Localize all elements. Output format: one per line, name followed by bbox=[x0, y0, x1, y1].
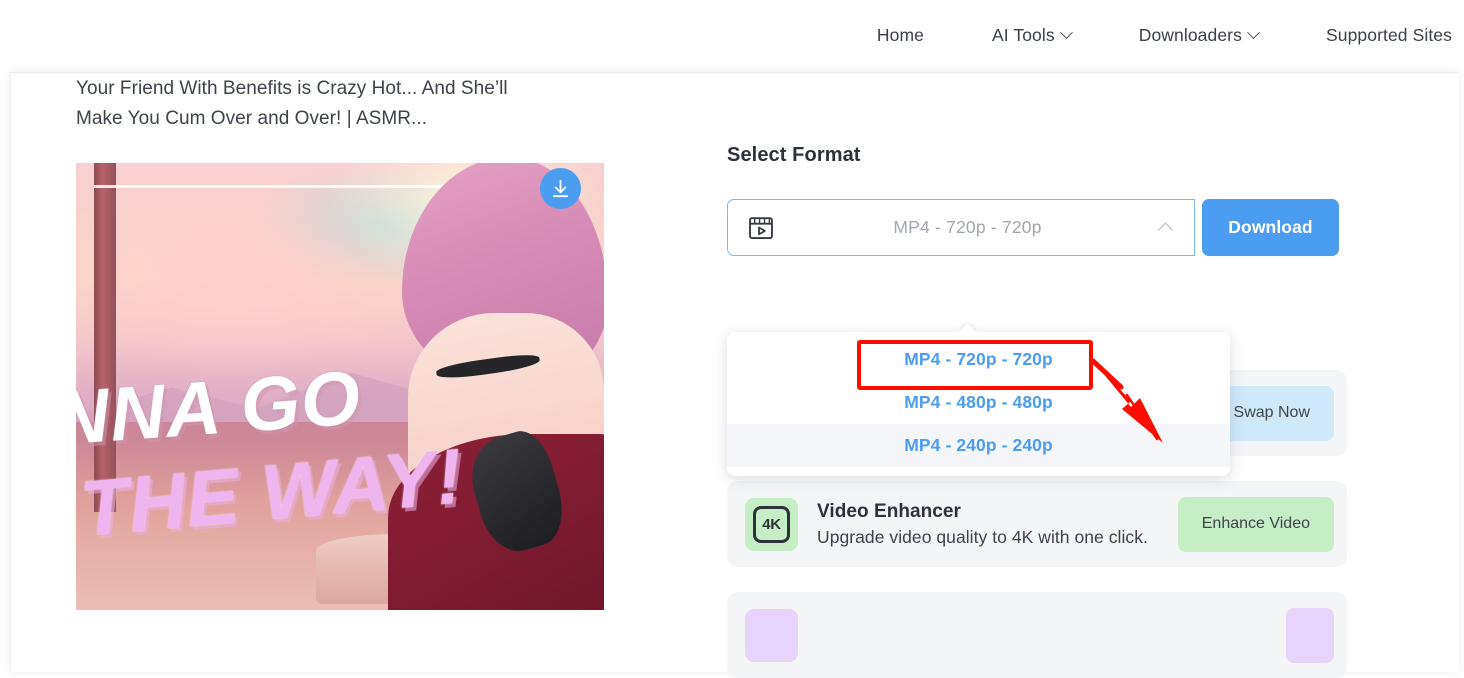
format-section: Select Format MP4 - 720p - 720p Download bbox=[727, 144, 1347, 256]
top-navbar: Home AI Tools Downloaders Supported Site… bbox=[0, 0, 1464, 71]
four-k-icon-label: 4K bbox=[753, 505, 790, 543]
four-k-icon: 4K bbox=[745, 497, 798, 551]
video-title: Your Friend With Benefits is Crazy Hot..… bbox=[76, 78, 508, 129]
promo-heading: Video Enhancer bbox=[817, 500, 961, 522]
nav-item-ai-tools[interactable]: AI Tools bbox=[958, 25, 1105, 46]
nav-item-home[interactable]: Home bbox=[843, 25, 958, 46]
video-clapperboard-icon bbox=[747, 214, 775, 242]
ai-art-button[interactable] bbox=[1286, 607, 1334, 663]
nav-item-label: Downloaders bbox=[1138, 25, 1242, 45]
format-select[interactable]: MP4 - 720p - 720p bbox=[727, 199, 1195, 256]
format-option-240p[interactable]: MP4 - 240p - 240p bbox=[727, 424, 1230, 467]
format-select-row: MP4 - 720p - 720p Download bbox=[727, 199, 1347, 256]
chevron-down-icon bbox=[1247, 26, 1260, 40]
nav-items: Home AI Tools Downloaders Supported Site… bbox=[843, 25, 1464, 46]
format-option-480p[interactable]: MP4 - 480p - 480p bbox=[727, 381, 1230, 424]
video-thumbnail[interactable]: NNA GO THE WAY! bbox=[76, 163, 604, 610]
chevron-down-icon bbox=[1059, 26, 1073, 40]
nav-item-label: AI Tools bbox=[991, 25, 1055, 45]
ai-art-icon bbox=[745, 608, 798, 662]
promo-card-text bbox=[817, 633, 1286, 637]
download-arrow-icon bbox=[552, 179, 569, 198]
dropdown-caret-icon bbox=[959, 323, 977, 333]
download-button[interactable]: Download bbox=[1202, 199, 1339, 256]
thumbnail-character bbox=[370, 163, 604, 610]
nav-item-label: Supported Sites bbox=[1325, 25, 1452, 45]
promo-card-video-enhancer: 4K Video Enhancer Upgrade video quality … bbox=[727, 481, 1347, 567]
video-preview-column: Your Friend With Benefits is Crazy Hot..… bbox=[76, 74, 616, 610]
thumbnail-pillar bbox=[94, 163, 116, 512]
nav-item-label: Home bbox=[876, 25, 924, 45]
format-dropdown: MP4 - 720p - 720p MP4 - 480p - 480p MP4 … bbox=[727, 332, 1230, 476]
format-option-720p[interactable]: MP4 - 720p - 720p bbox=[727, 338, 1230, 381]
nav-item-downloaders[interactable]: Downloaders bbox=[1105, 25, 1292, 46]
thumbnail-download-button[interactable] bbox=[540, 168, 581, 209]
enhance-video-button[interactable]: Enhance Video bbox=[1177, 496, 1334, 552]
nav-item-supported-sites[interactable]: Supported Sites bbox=[1292, 25, 1460, 46]
format-select-value: MP4 - 720p - 720p bbox=[893, 217, 1042, 237]
promo-card-ai-art bbox=[727, 592, 1347, 678]
section-title: Select Format bbox=[727, 144, 861, 166]
promo-card-text: Video Enhancer Upgrade video quality to … bbox=[817, 501, 1178, 548]
promo-subtext: Upgrade video quality to 4K with one cli… bbox=[817, 526, 1148, 547]
